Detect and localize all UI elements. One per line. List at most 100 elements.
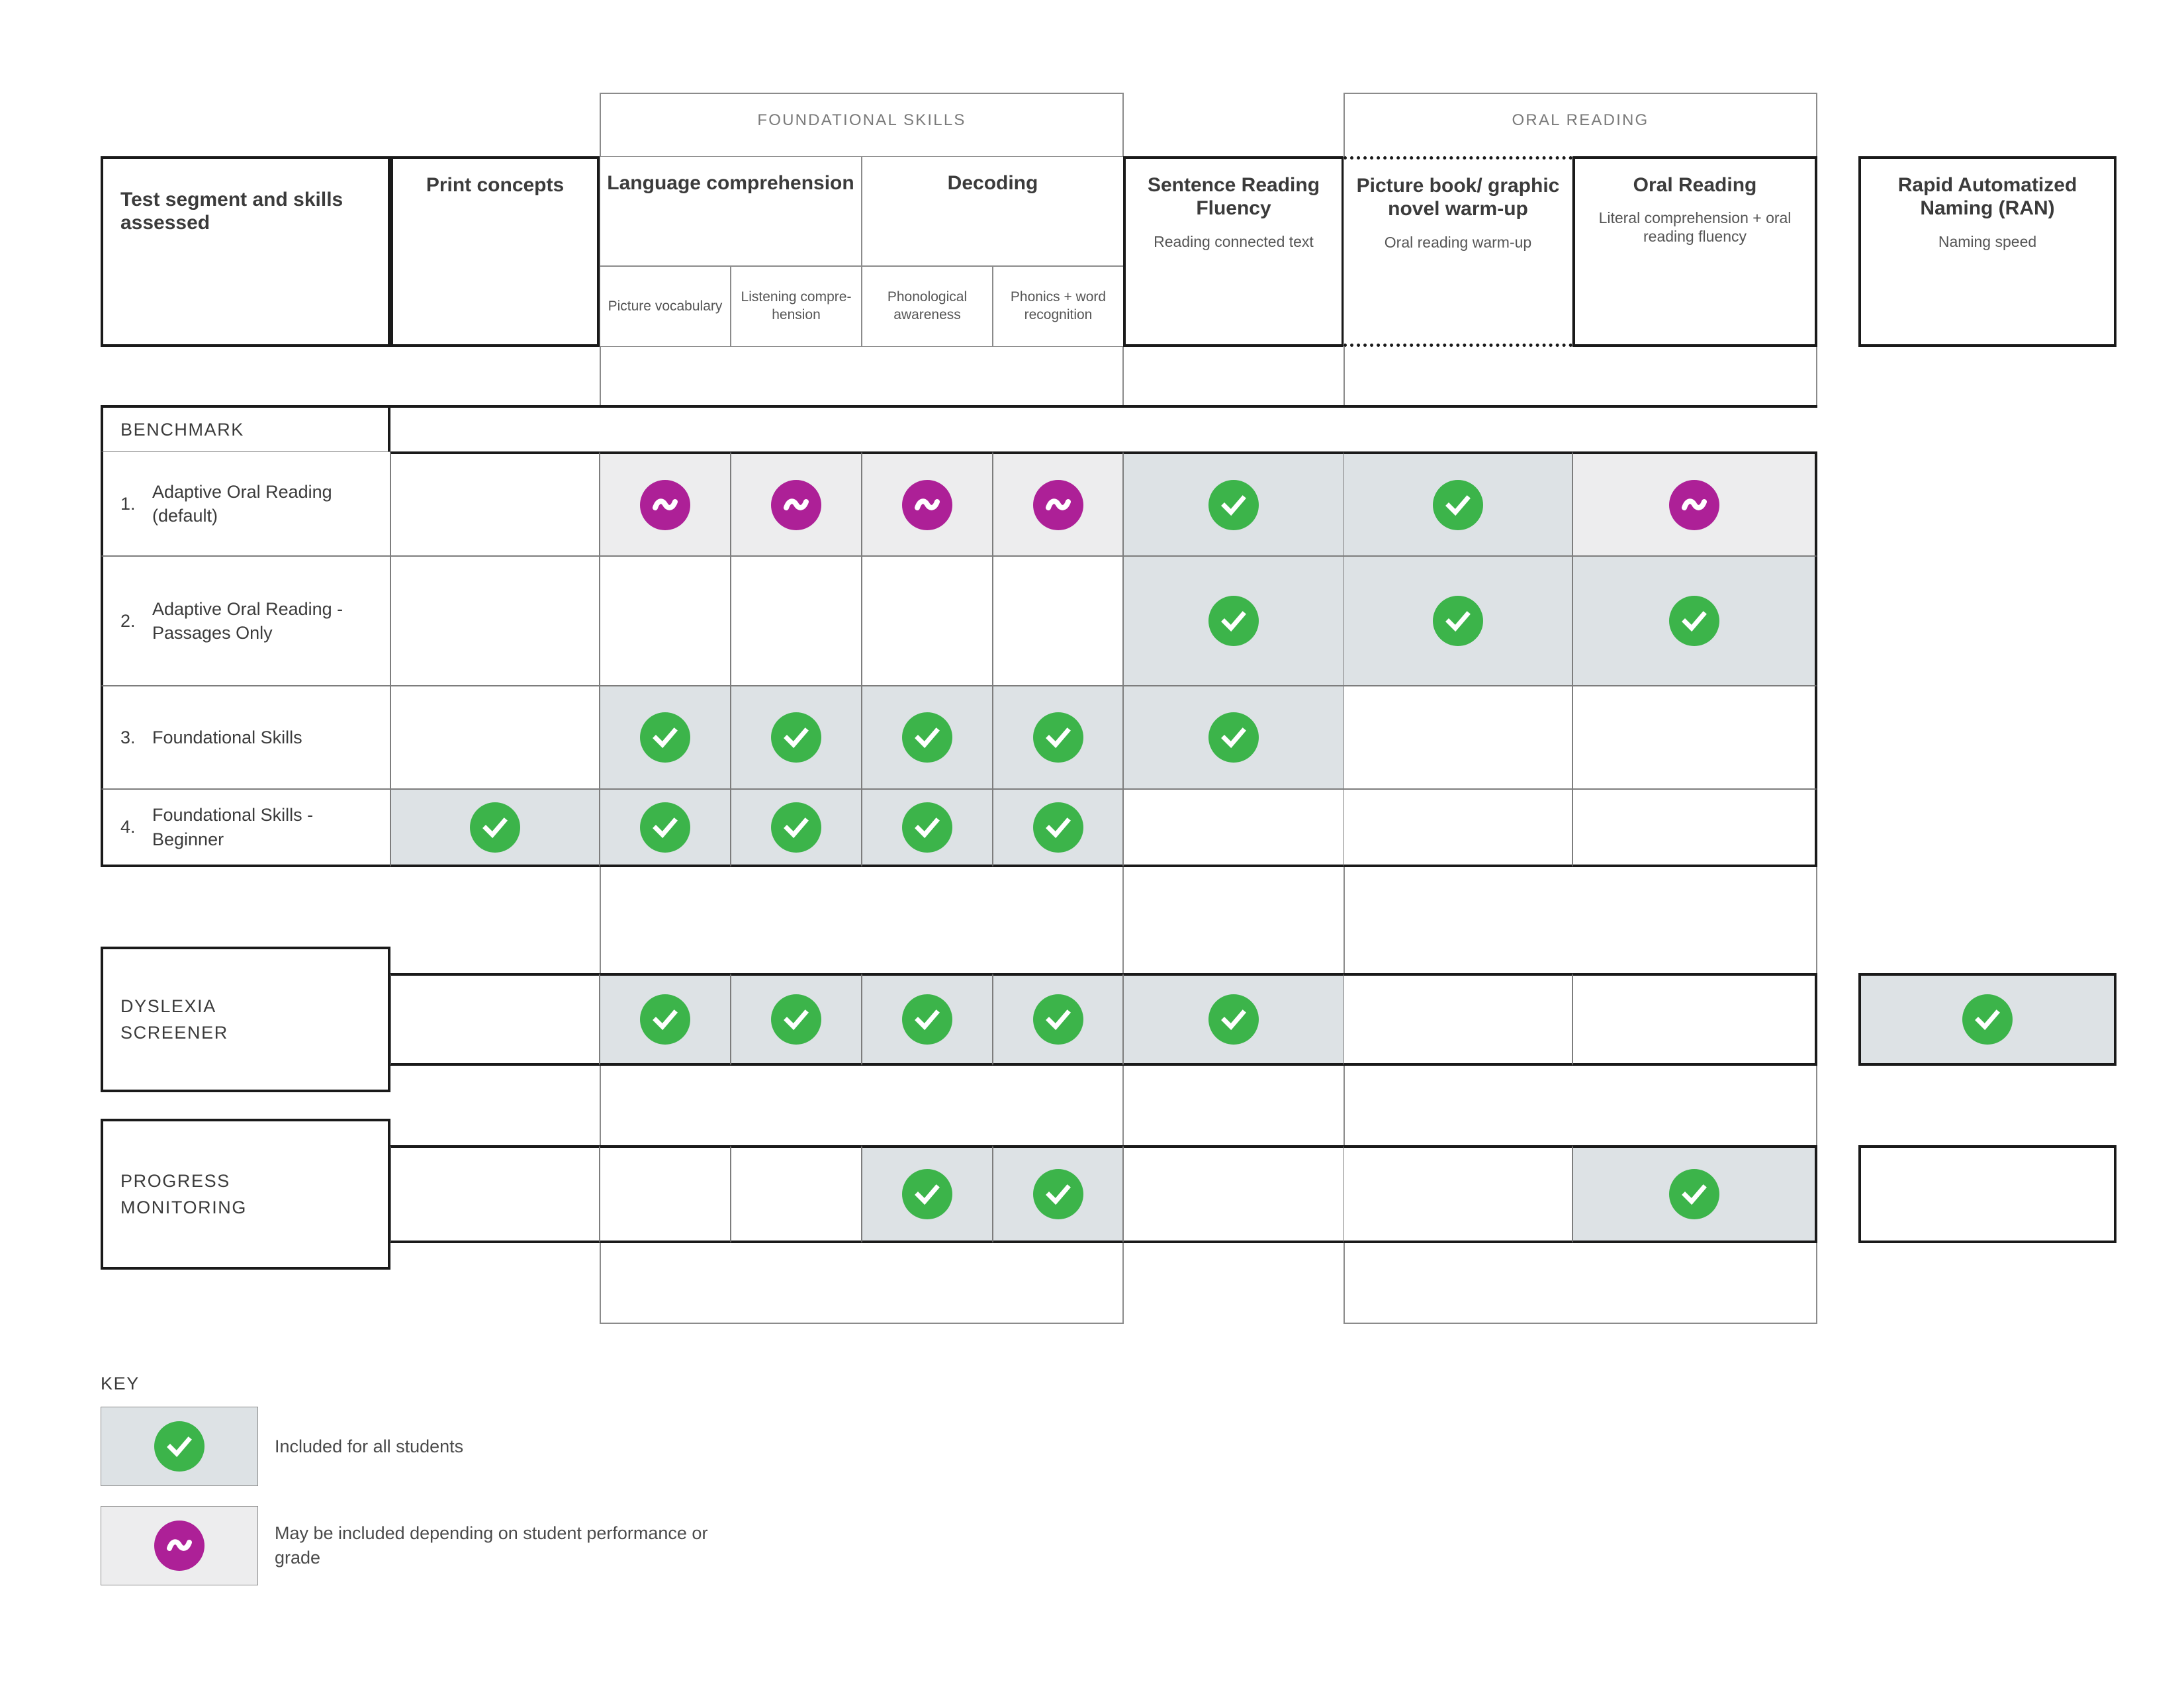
matrix-cell-benchmark-1-phonics_word xyxy=(993,451,1123,556)
header-subcol-phonics-word-recognition: Phonics + word recognition xyxy=(993,266,1124,347)
check-icon xyxy=(902,712,952,763)
row-label-text: Foundational Skills xyxy=(152,727,302,747)
check-icon xyxy=(1433,479,1483,530)
matrix-cell-benchmark-4-listening_comp xyxy=(731,789,862,867)
key-label-included: Included for all students xyxy=(275,1436,464,1456)
header-col-subtitle: Naming speed xyxy=(1938,232,2037,250)
matrix-cell-benchmark-4-srf xyxy=(1123,789,1344,867)
check-icon xyxy=(154,1421,205,1472)
header-col-sentence-reading-fluency: Sentence Reading Fluency Reading connect… xyxy=(1123,156,1344,347)
header-subcol-label: Phonics + word recognition xyxy=(1010,289,1107,322)
page-title: Test segment and skills assessed xyxy=(120,189,343,234)
section-label-benchmark: BENCHMARK xyxy=(101,405,390,451)
tilde-icon xyxy=(771,479,821,530)
matrix-cell-progress-1-listening_comp xyxy=(731,1145,862,1243)
check-icon xyxy=(640,802,690,853)
key-swatch-maybe-included xyxy=(101,1506,258,1585)
check-icon xyxy=(640,712,690,763)
group-band-label: ORAL READING xyxy=(1512,111,1649,129)
check-icon xyxy=(1032,802,1083,853)
header-col-title: Print concepts xyxy=(426,174,565,196)
check-icon xyxy=(1032,1169,1083,1219)
matrix-cell-benchmark-3-phono_aware xyxy=(862,686,993,789)
section-label-line: PROGRESS xyxy=(120,1170,230,1191)
header-row-label-column: Test segment and skills assessed xyxy=(101,156,390,347)
tilde-icon xyxy=(154,1521,205,1571)
matrix-cell-benchmark-header-picture_vocab xyxy=(600,405,731,451)
row-label-benchmark-3: 3. Foundational Skills xyxy=(101,686,390,789)
header-col-title: Picture book/ graphic novel warm-up xyxy=(1356,175,1560,220)
check-icon xyxy=(1208,479,1259,530)
matrix-cell-benchmark-3-phonics_word xyxy=(993,686,1123,789)
matrix-cell-benchmark-2-picture_vocab xyxy=(600,556,731,686)
header-col-title: Sentence Reading Fluency xyxy=(1147,174,1320,220)
tilde-icon xyxy=(640,479,690,530)
section-label-text: BENCHMARK xyxy=(120,419,244,440)
matrix-cell-benchmark-4-phonics_word xyxy=(993,789,1123,867)
check-icon xyxy=(1668,596,1719,646)
matrix-cell-benchmark-1-listening_comp xyxy=(731,451,862,556)
check-icon xyxy=(1208,596,1259,646)
matrix-cell-benchmark-2-ran xyxy=(1858,556,2116,686)
matrix-cell-benchmark-3-listening_comp xyxy=(731,686,862,789)
check-icon xyxy=(1208,712,1259,763)
matrix-cell-benchmark-3-ran xyxy=(1858,686,2116,789)
matrix-cell-benchmark-1-warmup xyxy=(1343,451,1572,556)
row-label-benchmark-4: 4. Foundational Skills - Beginner xyxy=(101,789,390,867)
matrix-cell-progress-1-warmup xyxy=(1343,1145,1572,1243)
matrix-cell-dyslexia-1-picture_vocab xyxy=(600,973,731,1066)
matrix-cell-benchmark-1-srf xyxy=(1123,451,1344,556)
header-col-title: Decoding xyxy=(947,172,1038,194)
matrix-cell-benchmark-1-phono_aware xyxy=(862,451,993,556)
header-col-title: Rapid Automatized Naming (RAN) xyxy=(1897,174,2077,220)
header-col-language-comprehension: Language comprehension xyxy=(600,156,862,266)
matrix-cell-benchmark-1-print_concepts xyxy=(390,451,600,556)
matrix-cell-benchmark-3-print_concepts xyxy=(390,686,600,789)
benchmark-top-rule xyxy=(101,405,1817,408)
check-icon xyxy=(771,712,821,763)
check-icon xyxy=(1208,994,1259,1045)
matrix-cell-benchmark-3-srf xyxy=(1123,686,1344,789)
section-label-line: SCREENER xyxy=(120,1023,228,1043)
header-col-picture-book-warm-up: Picture book/ graphic novel warm-up Oral… xyxy=(1343,156,1572,347)
matrix-cell-benchmark-header-print_concepts xyxy=(390,405,600,451)
header-col-oral-reading: Oral Reading Literal comprehension + ora… xyxy=(1572,156,1817,347)
matrix-cell-benchmark-1-oral_reading xyxy=(1572,451,1817,556)
row-number: 3. xyxy=(120,727,136,747)
check-icon xyxy=(1962,994,2013,1045)
matrix-cell-progress-1-print_concepts xyxy=(390,1145,600,1243)
check-icon xyxy=(640,994,690,1045)
matrix-cell-benchmark-2-phono_aware xyxy=(862,556,993,686)
tilde-icon xyxy=(1032,479,1083,530)
matrix-cell-benchmark-3-oral_reading xyxy=(1572,686,1817,789)
check-icon xyxy=(771,802,821,853)
section-label-line: DYSLEXIA xyxy=(120,996,216,1016)
key-swatch-included xyxy=(101,1407,258,1486)
matrix-cell-progress-1-ran xyxy=(1858,1145,2116,1243)
header-col-title: Language comprehension xyxy=(607,172,854,194)
key-heading: KEY xyxy=(101,1374,140,1393)
row-number: 2. xyxy=(120,610,136,631)
row-label-text: Adaptive Oral Reading (default) xyxy=(152,481,332,526)
matrix-cell-benchmark-4-warmup xyxy=(1343,789,1572,867)
check-icon xyxy=(1032,994,1083,1045)
section-label-progress: PROGRESS MONITORING xyxy=(101,1119,390,1270)
matrix-cell-benchmark-header-warmup xyxy=(1343,405,1572,451)
header-subcol-label: Phonological awareness xyxy=(887,289,968,322)
matrix-cell-benchmark-header-srf xyxy=(1123,405,1344,451)
check-icon xyxy=(1032,712,1083,763)
header-subcol-picture-vocabulary: Picture vocabulary xyxy=(600,266,731,347)
header-col-subtitle: Reading connected text xyxy=(1154,232,1314,250)
check-icon xyxy=(902,1169,952,1219)
header-col-print-concepts: Print concepts xyxy=(390,156,600,347)
matrix-cell-dyslexia-1-listening_comp xyxy=(731,973,862,1066)
check-icon xyxy=(1433,596,1483,646)
check-icon xyxy=(1668,1169,1719,1219)
row-number: 1. xyxy=(120,493,136,514)
matrix-cell-dyslexia-1-phono_aware xyxy=(862,973,993,1066)
tilde-icon xyxy=(1668,479,1719,530)
header-col-title: Oral Reading xyxy=(1633,174,1757,196)
key-label-maybe-included: May be included depending on student per… xyxy=(275,1523,708,1568)
header-subcol-phonological-awareness: Phonological awareness xyxy=(862,266,993,347)
matrix-cell-benchmark-4-ran xyxy=(1858,789,2116,867)
